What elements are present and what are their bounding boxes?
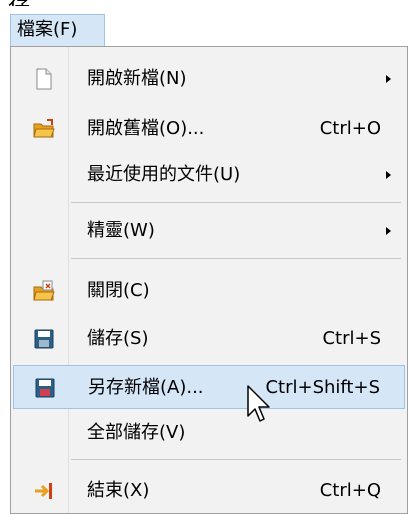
menu-item-label: 開啟新檔(N) xyxy=(87,68,187,89)
menu-item-close[interactable]: 關閉(C) xyxy=(13,269,405,313)
menu-separator xyxy=(71,202,401,203)
menu-item-label: 結束(X) xyxy=(87,480,150,501)
menu-item-label: 關閉(C) xyxy=(87,280,150,301)
menu-item-label: 最近使用的文件(U) xyxy=(87,164,241,185)
menu-item-save[interactable]: 儲存(S) Ctrl+S xyxy=(13,317,405,361)
menu-item-shortcut: Ctrl+O xyxy=(319,118,381,139)
save-as-disk-icon xyxy=(35,378,55,398)
menu-item-save-all[interactable]: 全部儲存(V) xyxy=(13,411,405,455)
menu-item-label: 另存新檔(A)... xyxy=(88,377,204,398)
submenu-arrow-icon xyxy=(386,171,391,179)
menu-item-save-as[interactable]: 另存新檔(A)... Ctrl+Shift+S xyxy=(13,365,405,409)
menu-item-label: 精靈(W) xyxy=(87,220,155,241)
menu-item-open[interactable]: 開啟舊檔(O)... Ctrl+O xyxy=(13,107,405,151)
menubar: 檔案(F) xyxy=(0,6,410,46)
submenu-arrow-icon xyxy=(386,75,391,83)
menu-item-label: 全部儲存(V) xyxy=(87,422,186,443)
new-document-icon xyxy=(36,68,52,90)
menu-separator xyxy=(71,459,401,460)
menu-item-recent-documents[interactable]: 最近使用的文件(U) xyxy=(13,153,405,197)
file-menu-title[interactable]: 檔案(F) xyxy=(10,14,105,46)
menu-item-wizards[interactable]: 精靈(W) xyxy=(13,209,405,253)
menu-item-shortcut: Ctrl+S xyxy=(322,328,381,349)
menu-item-shortcut: Ctrl+Shift+S xyxy=(265,377,380,398)
menu-separator xyxy=(71,258,401,259)
menu-item-label: 開啟舊檔(O)... xyxy=(87,118,205,139)
save-disk-icon xyxy=(34,329,54,349)
submenu-arrow-icon xyxy=(386,227,391,235)
close-document-icon xyxy=(33,280,55,301)
menu-item-label: 儲存(S) xyxy=(87,328,149,349)
mouse-cursor-icon xyxy=(247,385,270,422)
menu-item-shortcut: Ctrl+Q xyxy=(319,480,381,501)
open-folder-icon xyxy=(33,119,55,138)
menu-item-new[interactable]: 開啟新檔(N) xyxy=(13,57,405,101)
menu-item-exit[interactable]: 結束(X) Ctrl+Q xyxy=(13,469,405,513)
file-menu-dropdown: 開啟新檔(N) 開啟舊檔(O)... Ctrl+O 最近使用的文件(U) 精靈(… xyxy=(10,46,408,514)
exit-icon xyxy=(35,483,52,499)
